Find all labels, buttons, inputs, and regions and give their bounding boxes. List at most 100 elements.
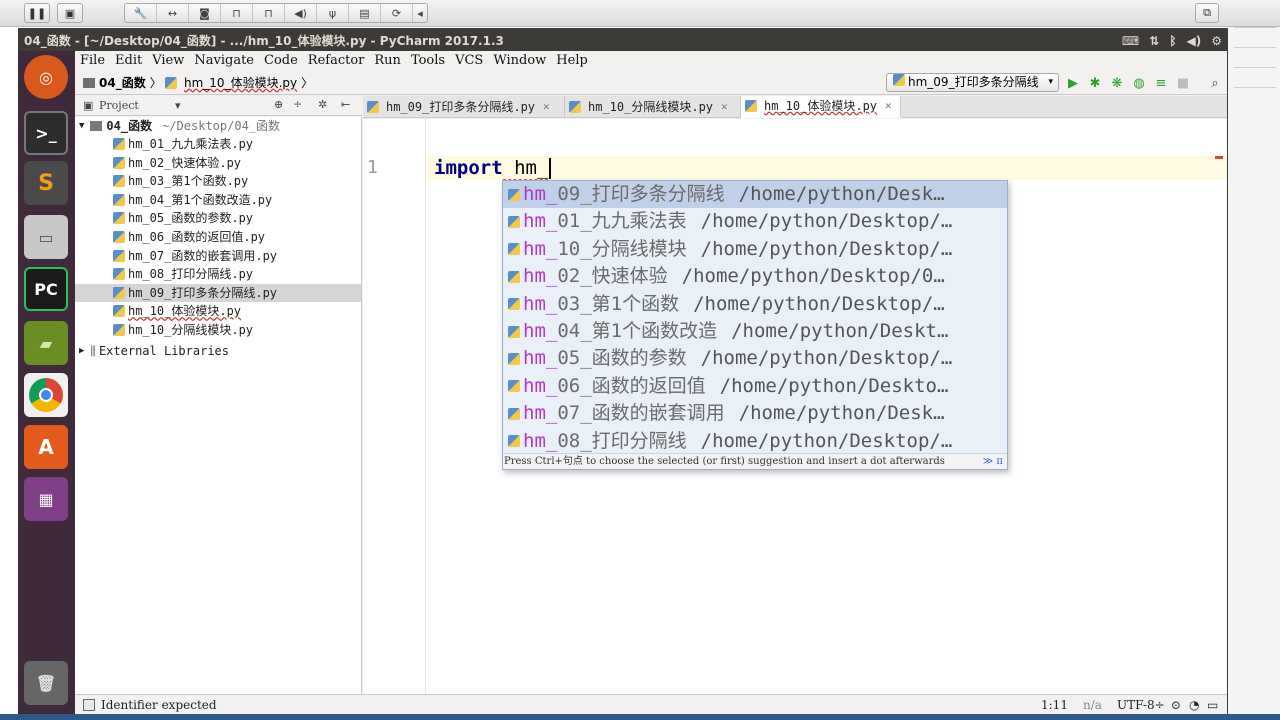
tree-file-item[interactable]: hm_08_打印分隔线.py [75,265,361,283]
coverage-icon[interactable]: ❋ [1109,75,1125,91]
scroll-from-source-icon[interactable]: ⊕ [274,98,283,111]
file-manager-icon[interactable]: ▭ [24,215,68,259]
tree-file-item[interactable]: hm_01_九九乘法表.py [75,135,361,153]
tab-hm10-experience[interactable]: hm_10_体验模块.py ✕ [741,96,901,118]
pycharm-icon[interactable]: PC [24,267,68,311]
chevron-left-icon[interactable]: ◂ [413,4,427,22]
breadcrumb-project[interactable]: 04_函数 〉 [83,74,162,92]
debug-icon[interactable]: ✱ [1087,75,1103,91]
completion-item[interactable]: hm_ 07_函数的嵌套调用/home/python/Desk… [503,400,1007,427]
speaker-icon[interactable]: ◀) [285,4,317,22]
run-configuration-select[interactable]: hm_09_打印多条分隔线 ▾ [886,73,1059,92]
keyboard-icon[interactable]: ⌨ [1122,31,1139,51]
chevron-down-icon[interactable]: ▾ [175,99,181,112]
status-toggle-icon[interactable] [83,699,95,711]
close-tab-icon[interactable]: ✕ [885,95,892,117]
tab-hm10-separator[interactable]: hm_10_分隔线模块.py ✕ [565,96,741,118]
concurrency-icon[interactable]: ≡ [1153,75,1169,91]
tree-file-item[interactable]: hm_02_快速体验.py [75,154,361,172]
restore-window-icon[interactable]: ⧉ [1195,3,1219,23]
tree-file-item[interactable]: hm_03_第1个函数.py [75,172,361,190]
tree-file-item[interactable]: hm_10_体验模块.py [75,302,361,320]
settings-gear-icon[interactable]: ⚙ [1211,31,1222,51]
tree-file-item[interactable]: hm_09_打印多条分隔线.py [75,283,361,302]
completion-item[interactable]: hm_ 03_第1个函数/home/python/Desktop/… [503,291,1007,318]
project-panel-title[interactable]: Project [99,99,139,112]
tree-file-item[interactable]: hm_05_函数的参数.py [75,209,361,227]
arrows-icon[interactable]: ↔ [157,4,189,22]
usb-icon[interactable]: ψ [317,4,349,22]
event-log-icon[interactable]: ▭ [1207,698,1218,712]
snapshot-icon[interactable]: ▣ [57,3,83,23]
pause-icon[interactable]: ❚❚ [24,3,50,23]
completion-item[interactable]: hm_ 06_函数的返回值/home/python/Deskto… [503,373,1007,400]
gear-icon[interactable]: ✲ [318,98,327,111]
network-icon[interactable]: ⇅ [1149,31,1159,51]
refresh-icon[interactable]: ⟳ [381,4,413,22]
hide-panel-icon[interactable]: ⇤ [341,98,350,111]
completion-path: /home/python/Deskt… [731,320,949,342]
menu-run[interactable]: Run [374,51,401,71]
chrome-icon[interactable] [24,373,68,417]
menu-edit[interactable]: Edit [115,51,142,71]
breadcrumb-file[interactable]: hm_10_体验模块.py 〉 [165,74,313,92]
menu-tools[interactable]: Tools [411,51,445,71]
tree-root[interactable]: ▼ 04_函数 ~/Desktop/04_函数 [75,117,361,135]
menu-help[interactable]: Help [556,51,588,71]
line-separator-status[interactable]: n/a [1083,698,1102,712]
menu-file[interactable]: File [80,51,105,71]
completion-item[interactable]: hm_ 01_九九乘法表/home/python/Desktop/… [503,208,1007,235]
stop-icon[interactable]: ■ [1175,75,1191,91]
code-line[interactable]: import hm_ [434,156,552,180]
bluetooth-icon[interactable]: ᛒ [1169,31,1176,51]
completion-item[interactable]: hm_ 05_函数的参数/home/python/Desktop/… [503,345,1007,372]
volume-icon[interactable]: ◀) [1187,31,1202,51]
close-tab-icon[interactable]: ✕ [721,96,728,118]
close-tab-icon[interactable]: ✕ [543,96,550,118]
lock-icon[interactable]: ⊓ [221,4,253,22]
disk-icon[interactable]: ◙ [189,4,221,22]
menu-vcs[interactable]: VCS [455,51,483,71]
menu-window[interactable]: Window [493,51,546,71]
collapse-arrow-icon: ▶ [79,346,85,356]
tree-file-item[interactable]: hm_04_第1个函数改造.py [75,191,361,209]
completion-item[interactable]: hm_ 08_打印分隔线/home/python/Desktop/… [503,428,1007,455]
wrench-icon[interactable]: 🔧 [125,4,157,22]
profile-icon[interactable]: ◍ [1131,75,1147,91]
completion-match: hm_ [523,374,558,397]
menu-navigate[interactable]: Navigate [194,51,254,71]
lock2-icon[interactable]: ⊓ [253,4,285,22]
text-caret [549,158,552,179]
menu-code[interactable]: Code [264,51,298,71]
run-icon[interactable]: ▶ [1065,75,1081,91]
completion-item[interactable]: hm_ 02_快速体验/home/python/Desktop/0… [503,263,1007,290]
sublime-text-icon[interactable]: S [24,161,68,205]
software-center-icon[interactable]: A [24,425,68,469]
workspace-switcher-icon[interactable]: ▦ [24,477,68,521]
tree-file-item[interactable]: hm_07_函数的嵌套调用.py [75,247,361,265]
tree-file-item[interactable]: hm_10_分隔线模块.py [75,321,361,339]
trash-icon[interactable]: 🗑 [24,661,68,705]
typed-text: hm_ [502,157,549,180]
ubuntu-dash-icon[interactable]: ◎ [24,55,68,99]
completion-item[interactable]: hm_ 09_打印多条分隔线/home/python/Desk… [503,181,1007,208]
menu-view[interactable]: View [152,51,184,71]
book-icon[interactable]: ▰ [24,321,68,365]
cursor-position[interactable]: 1:11 [1041,698,1068,712]
completion-match: hm_ [523,320,558,342]
terminal-icon[interactable]: >_ [24,111,68,155]
save-icon[interactable]: ▤ [349,4,381,22]
completion-item[interactable]: hm_ 10_分隔线模块/home/python/Desktop/… [503,236,1007,263]
tree-external-libraries[interactable]: ▶ ⫼ External Libraries [75,342,361,360]
inspector-icon[interactable]: ◔ [1189,698,1199,712]
lock-icon[interactable]: ⊙ [1171,698,1181,712]
menu-refactor[interactable]: Refactor [308,51,365,71]
completion-hint-suffix[interactable]: ≫ π [983,454,1003,470]
python-file-icon [113,138,125,150]
search-icon[interactable]: ⌕ [1207,75,1223,91]
tab-hm09[interactable]: hm_09_打印多条分隔线.py ✕ [363,96,565,118]
collapse-all-icon[interactable]: ÷ [293,98,302,111]
tree-file-item[interactable]: hm_06_函数的返回值.py [75,228,361,246]
encoding-status[interactable]: UTF-8÷ [1117,698,1165,712]
completion-item[interactable]: hm_ 04_第1个函数改造/home/python/Deskt… [503,318,1007,345]
